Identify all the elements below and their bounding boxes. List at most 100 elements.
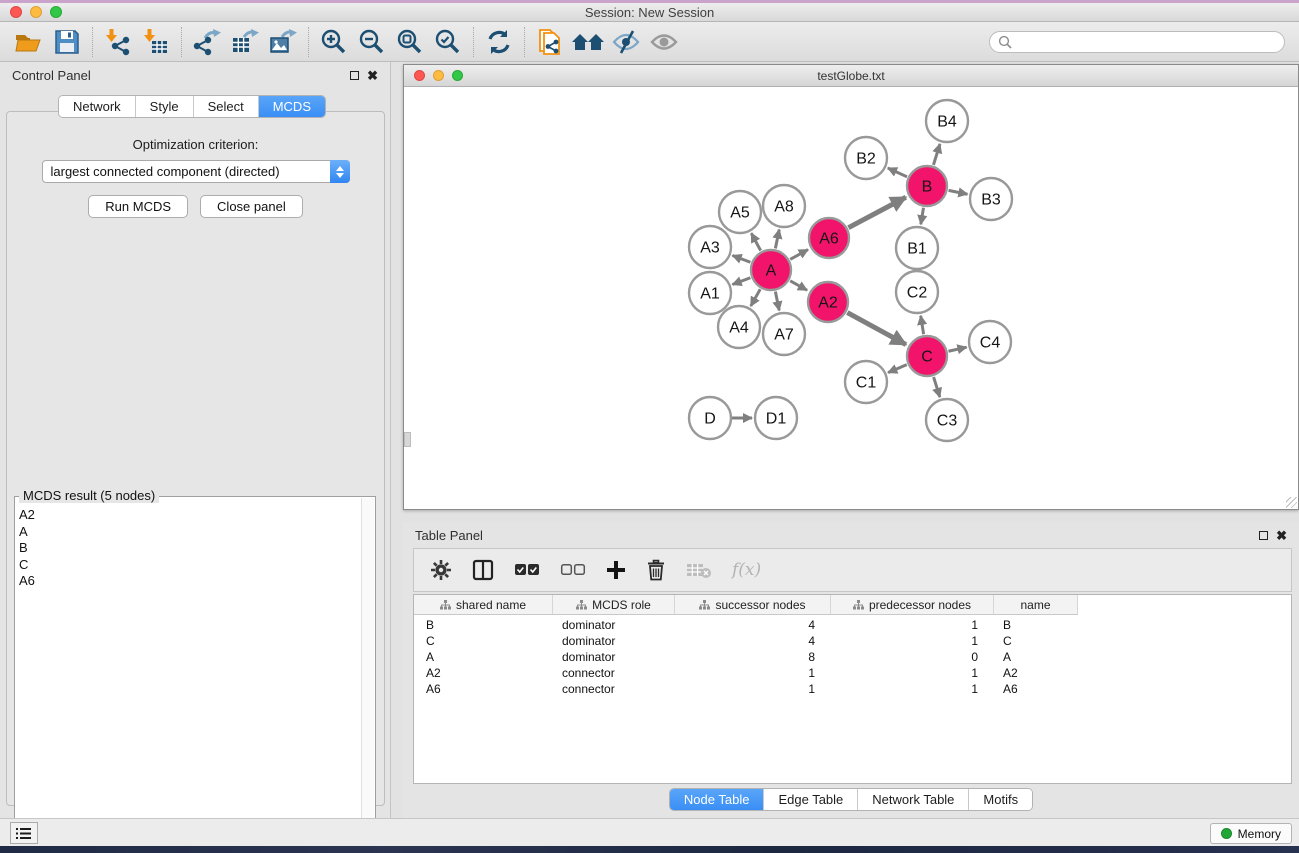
minimize-window-icon[interactable] <box>30 6 42 18</box>
table-cell: C <box>414 634 553 650</box>
column-header-name[interactable]: name <box>994 595 1078 615</box>
mcds-result-list[interactable]: A2ABCA6 <box>19 507 361 831</box>
edge-C-C3[interactable] <box>934 377 940 397</box>
dropdown-stepper-icon <box>330 160 350 183</box>
result-list-item[interactable]: A6 <box>19 573 361 590</box>
edge-A-A4[interactable] <box>751 289 760 306</box>
table-cell: 1 <box>831 634 994 650</box>
settings-gear-icon[interactable] <box>430 559 452 581</box>
new-session-from-network-icon[interactable] <box>531 26 569 58</box>
home-icon[interactable] <box>569 26 607 58</box>
network-vscroll-thumb[interactable] <box>404 432 411 447</box>
edge-B-B3[interactable] <box>949 190 968 194</box>
column-layout-icon[interactable] <box>472 559 494 581</box>
table-row[interactable]: A2connector11A2 <box>414 666 1291 682</box>
column-header-MCDS-role[interactable]: MCDS role <box>553 595 675 615</box>
criterion-dropdown[interactable]: largest connected component (directed) <box>42 160 350 183</box>
edge-B-B4[interactable] <box>933 144 939 165</box>
zoom-out-icon[interactable] <box>353 26 391 58</box>
status-bar: Memory <box>0 818 1299 846</box>
hide-graphics-details-icon[interactable] <box>607 26 645 58</box>
node-table[interactable]: shared nameMCDS rolesuccessor nodesprede… <box>413 594 1292 784</box>
column-header-successor-nodes[interactable]: successor nodes <box>675 595 831 615</box>
tab-select[interactable]: Select <box>194 96 259 117</box>
float-table-panel-icon[interactable] <box>1259 531 1268 540</box>
edge-A6-B[interactable] <box>848 197 905 227</box>
float-panel-icon[interactable] <box>350 71 359 80</box>
refresh-icon[interactable] <box>480 26 518 58</box>
edge-A-A2[interactable] <box>790 281 807 290</box>
edge-C-C1[interactable] <box>888 365 907 373</box>
table-row[interactable]: Bdominator41B <box>414 618 1291 634</box>
close-panel-icon[interactable]: ✖ <box>367 69 378 82</box>
table-tab-network-table[interactable]: Network Table <box>858 789 969 810</box>
result-list-item[interactable]: B <box>19 540 361 557</box>
table-header-row: shared nameMCDS rolesuccessor nodesprede… <box>414 595 1291 615</box>
table-row[interactable]: Adominator80A <box>414 650 1291 666</box>
result-list-item[interactable]: C <box>19 557 361 574</box>
tab-mcds[interactable]: MCDS <box>259 96 325 117</box>
network-window-titlebar[interactable]: testGlobe.txt <box>404 65 1298 87</box>
edge-B-B2[interactable] <box>888 168 907 177</box>
network-traffic-lights <box>414 70 463 81</box>
open-session-icon[interactable] <box>10 26 48 58</box>
export-network-icon[interactable] <box>188 26 226 58</box>
tab-style[interactable]: Style <box>136 96 194 117</box>
edge-A-A6[interactable] <box>790 250 808 260</box>
import-network-icon[interactable] <box>99 26 137 58</box>
export-image-icon[interactable] <box>264 26 302 58</box>
edge-A-A3[interactable] <box>732 255 750 262</box>
edge-A-A1[interactable] <box>732 278 750 285</box>
memory-button[interactable]: Memory <box>1210 823 1292 844</box>
network-canvas[interactable]: B4B2BB3A8A5A6A3B1AC2A1A2A4A7C4CC1DD1C3 <box>404 87 1298 509</box>
edge-B-B1[interactable] <box>921 208 924 225</box>
edge-A-A7[interactable] <box>775 292 779 311</box>
window-titlebar[interactable]: Session: New Session <box>0 3 1299 22</box>
zoom-in-icon[interactable] <box>315 26 353 58</box>
minimize-network-icon[interactable] <box>433 70 444 81</box>
export-table-icon[interactable] <box>226 26 264 58</box>
node-label-B2: B2 <box>856 151 876 168</box>
add-column-icon[interactable] <box>606 560 626 580</box>
result-list-item[interactable]: A <box>19 524 361 541</box>
close-panel-button[interactable]: Close panel <box>200 195 303 218</box>
search-input[interactable] <box>1012 35 1276 49</box>
close-window-icon[interactable] <box>10 6 22 18</box>
node-label-C: C <box>921 349 933 366</box>
close-table-panel-icon[interactable]: ✖ <box>1276 529 1287 542</box>
table-tab-node-table[interactable]: Node Table <box>670 789 765 810</box>
table-row[interactable]: A6connector11A6 <box>414 682 1291 698</box>
table-tab-edge-table[interactable]: Edge Table <box>764 789 858 810</box>
tab-network[interactable]: Network <box>59 96 136 117</box>
delete-column-icon[interactable] <box>646 559 666 581</box>
search-field[interactable] <box>989 31 1285 53</box>
edge-A-A8[interactable] <box>775 230 779 249</box>
zoom-window-icon[interactable] <box>50 6 62 18</box>
edge-C-C2[interactable] <box>921 316 924 335</box>
function-builder-icon[interactable]: f(x) <box>732 560 761 580</box>
column-header-shared-name[interactable]: shared name <box>414 595 553 615</box>
zoom-network-icon[interactable] <box>452 70 463 81</box>
edge-A-A5[interactable] <box>751 233 760 250</box>
result-list-item[interactable]: A2 <box>19 507 361 524</box>
edge-A2-C[interactable] <box>847 313 906 345</box>
edge-C-C4[interactable] <box>948 347 966 351</box>
task-history-button[interactable] <box>10 822 38 844</box>
delete-table-icon[interactable] <box>686 561 712 579</box>
save-session-icon[interactable] <box>48 26 86 58</box>
toolbar-separator <box>92 27 93 57</box>
result-scrollbar[interactable] <box>361 498 374 832</box>
resize-grip-icon[interactable] <box>1286 497 1297 508</box>
close-network-icon[interactable] <box>414 70 425 81</box>
zoom-fit-icon[interactable] <box>391 26 429 58</box>
column-header-predecessor-nodes[interactable]: predecessor nodes <box>831 595 994 615</box>
deselect-all-icon[interactable] <box>560 563 586 577</box>
zoom-selected-icon[interactable] <box>429 26 467 58</box>
table-tab-motifs[interactable]: Motifs <box>969 789 1032 810</box>
table-row[interactable]: Cdominator41C <box>414 634 1291 650</box>
table-cell: B <box>414 618 553 634</box>
run-mcds-button[interactable]: Run MCDS <box>88 195 188 218</box>
select-all-icon[interactable] <box>514 563 540 577</box>
import-table-icon[interactable] <box>137 26 175 58</box>
show-details-icon[interactable] <box>645 26 683 58</box>
